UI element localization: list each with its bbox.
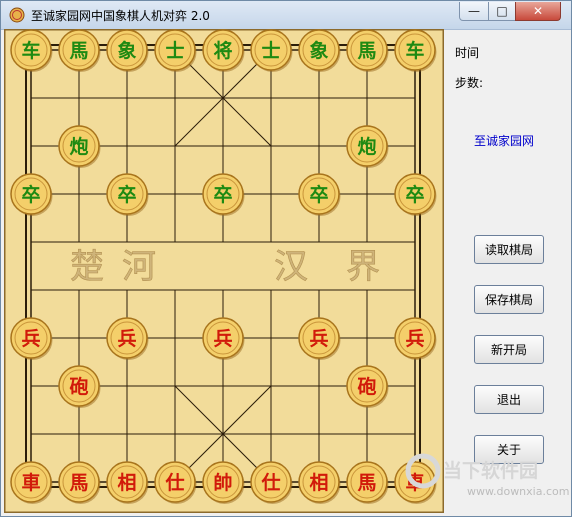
steps-label: 步数: [455,76,484,90]
piece-label: 兵 [405,328,424,350]
piece-label: 馬 [69,472,88,494]
piece-label: 士 [165,40,184,62]
site-link[interactable]: 至诚家园网 [474,132,534,149]
piece-label: 兵 [309,328,328,350]
piece-label: 卒 [213,183,232,206]
piece-label: 馬 [357,40,376,62]
app-window: 至诚家园网中国象棋人机对弈 2.0 — □ ✕ 楚河汉界 车馬象士将士象馬车炮炮… [0,0,572,517]
piece-label: 車 [21,471,40,494]
piece-label: 车 [21,39,40,62]
piece-label: 仕 [164,471,184,494]
piece-label: 馬 [69,40,88,62]
piece-label: 将 [213,39,232,62]
time-label: 时间 [455,46,480,60]
piece-label: 卒 [117,183,136,206]
piece-label: 炮 [69,135,88,158]
piece-label: 砲 [357,376,376,398]
piece-label: 士 [261,40,280,62]
new-game-button[interactable]: 新开局 [474,335,544,364]
piece-label: 卒 [405,183,424,206]
piece-label: 兵 [213,328,232,350]
river-char: 汉 [274,247,308,287]
load-game-button[interactable]: 读取棋局 [474,235,544,264]
chess-app-icon [9,7,25,23]
piece-label: 象 [309,39,328,62]
chess-board[interactable]: 楚河汉界 车馬象士将士象馬车炮 炮卒卒卒卒卒兵兵兵兵兵砲 砲車馬相仕帥仕相馬車 [4,29,444,513]
exit-button[interactable]: 退出 [474,385,544,414]
minimize-button[interactable]: — [459,2,489,21]
river-char: 河 [122,247,156,287]
maximize-button[interactable]: □ [488,2,516,21]
piece-label: 象 [117,39,136,62]
piece-label: 相 [117,472,136,494]
river-char: 界 [346,247,380,287]
piece-label: 兵 [117,328,136,350]
piece-label: 相 [309,472,328,494]
downxia-watermark: 当下软件园 www.downxia.com [405,453,569,498]
side-panel: 时间 步数: 至诚家园网 读取棋局 保存棋局 新开局 退出 关于 [447,30,571,516]
save-game-button[interactable]: 保存棋局 [474,285,544,314]
title-bar[interactable]: 至诚家园网中国象棋人机对弈 2.0 — □ ✕ [1,1,571,30]
river-char: 楚 [70,247,104,287]
piece-label: 炮 [357,135,376,158]
piece-label: 帥 [213,471,232,494]
piece-label: 卒 [309,183,328,206]
watermark-brand: 当下软件园 [443,459,538,482]
piece-label: 砲 [69,376,88,398]
piece-label: 仕 [260,471,280,494]
piece-label: 卒 [21,183,40,206]
piece-label: 兵 [21,328,40,350]
watermark-url: www.downxia.com [467,485,569,498]
window-title: 至诚家园网中国象棋人机对弈 2.0 [31,9,210,23]
close-button[interactable]: ✕ [515,2,561,21]
piece-label: 车 [405,39,424,62]
piece-label: 馬 [357,472,376,494]
